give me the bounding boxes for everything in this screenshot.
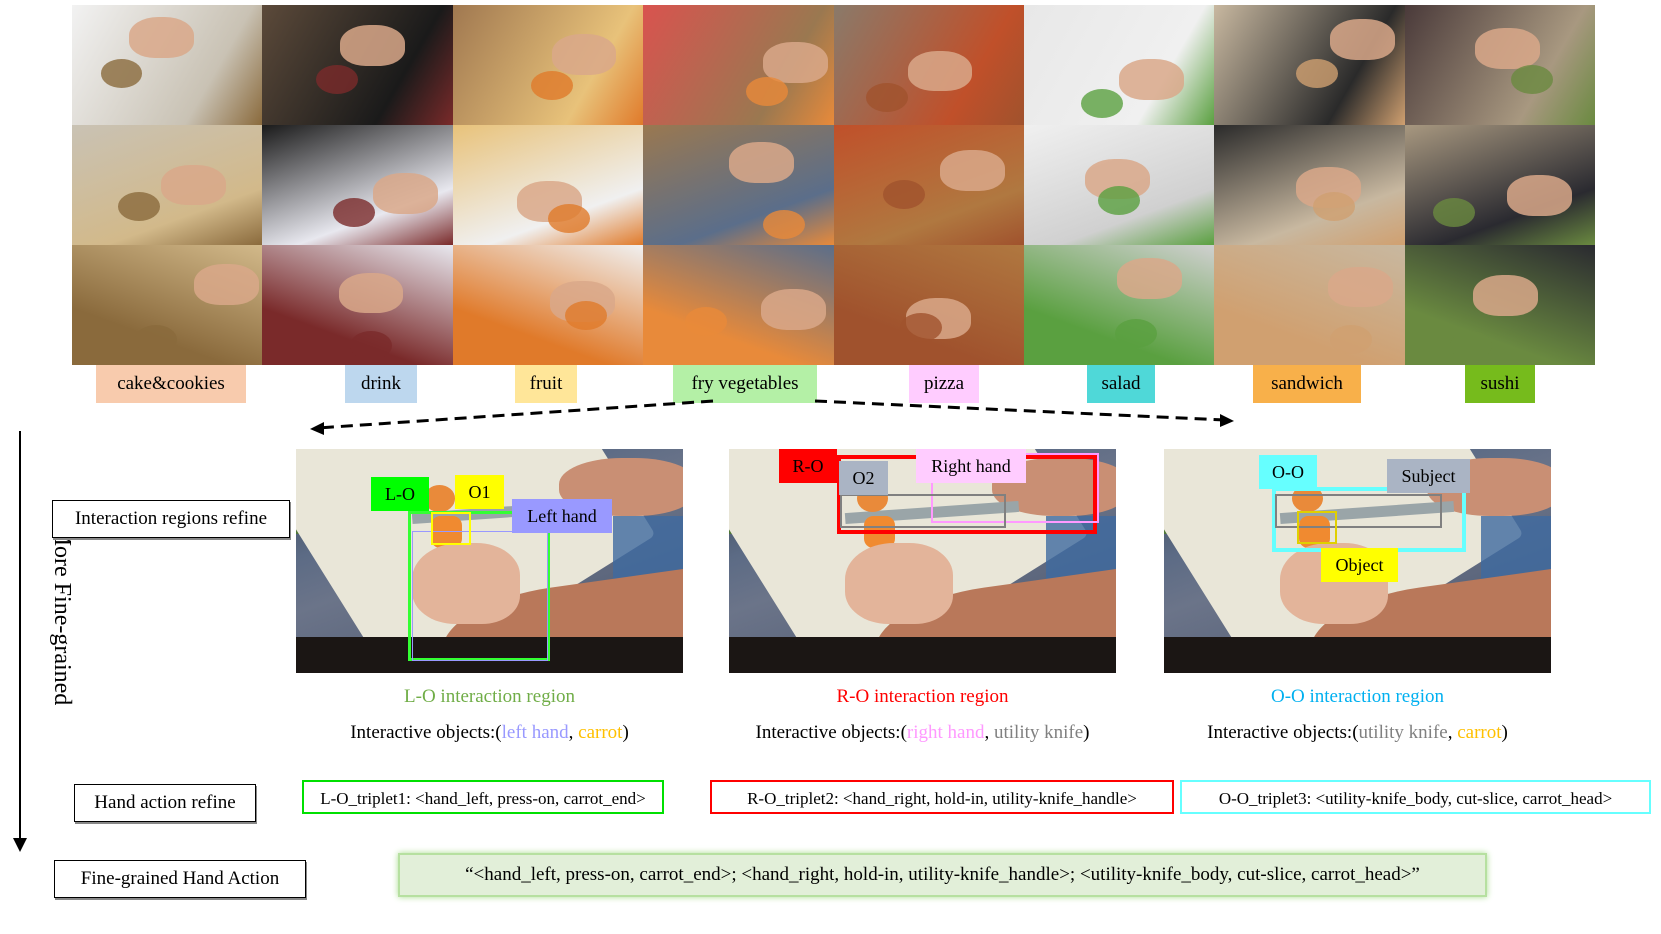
video-frame-pizza-3 [833, 245, 1024, 365]
triplet-lo: L-O_triplet1: <hand_left, press-on, carr… [302, 780, 664, 814]
ro-interactive-objects: Interactive objects:(right hand, utility… [729, 722, 1116, 744]
video-frame-fry-vegetables-1 [643, 5, 834, 125]
video-frame-fry-vegetables-2 [643, 125, 834, 245]
video-frame-salad-3 [1023, 245, 1215, 365]
video-frame-salad-1 [1023, 5, 1215, 125]
interactive-object: carrot [1457, 722, 1502, 743]
o1-box [431, 512, 471, 545]
objects-prefix: Interactive objects:( [755, 722, 907, 743]
stage-hand-action-refine: Hand action refine [74, 784, 256, 822]
video-frame-sandwich-1 [1214, 5, 1405, 125]
interactive-object: utility knife [1358, 722, 1448, 743]
video-frame-salad-2 [1023, 125, 1215, 245]
ro-caption: R-O interaction region [836, 686, 1009, 707]
stage-fine-grained-hand-action: Fine-grained Hand Action [54, 860, 306, 898]
video-frame-sushi-2 [1404, 125, 1595, 245]
left-hand-box [412, 531, 548, 661]
interactive-object: , [1447, 722, 1458, 743]
video-frame-sushi-1 [1404, 5, 1595, 125]
panel-ro-interaction: R-O O2 Right hand [729, 449, 1116, 673]
object-tag: Object [1321, 548, 1398, 582]
triplet-ro: R-O_triplet2: <hand_right, hold-in, util… [710, 780, 1174, 814]
right-hand-tag: Right hand [916, 449, 1026, 483]
panel-oo-interaction: O-O Subject Object [1164, 449, 1551, 673]
stage-interaction-regions-refine: Interaction regions refine [52, 500, 290, 538]
dashed-arrow-right [814, 399, 1226, 422]
o1-tag: O1 [455, 475, 504, 509]
video-frame-sushi-3 [1404, 245, 1595, 365]
interactive-object: , [984, 722, 994, 743]
oo-tag: O-O [1259, 455, 1317, 489]
fine-grained-axis-line [19, 431, 21, 843]
interactive-object: right hand [906, 722, 985, 743]
video-frame-sandwich-2 [1214, 125, 1405, 245]
interactive-object: , [568, 722, 579, 743]
lo-caption: L-O interaction region [404, 686, 575, 707]
objects-prefix: Interactive objects:( [350, 722, 502, 743]
fine-grained-action-output: “<hand_left, press-on, carrot_end>; <han… [398, 853, 1487, 897]
video-frame-cake-cookies-1 [72, 5, 263, 125]
video-frame-drink-3 [262, 245, 453, 365]
lo-tag: L-O [371, 477, 429, 511]
video-frame-fry-vegetables-3 [643, 245, 834, 365]
video-frame-cake-cookies-2 [72, 125, 263, 245]
o2-box [840, 494, 1006, 528]
expansion-arrows [310, 399, 1234, 435]
interactive-object: left hand [501, 722, 569, 743]
dashed-arrow-left [317, 399, 714, 430]
video-frame-pizza-2 [833, 125, 1024, 245]
objects-suffix: ) [1083, 722, 1090, 743]
ro-tag: R-O [779, 449, 837, 483]
video-frame-grid [72, 5, 1595, 365]
video-frame-sandwich-3 [1214, 245, 1405, 365]
objects-prefix: Interactive objects:( [1207, 722, 1359, 743]
objects-suffix: ) [622, 722, 629, 743]
video-frame-fruit-3 [452, 245, 644, 365]
left-hand-tag: Left hand [512, 499, 612, 533]
axis-arrowhead-icon [13, 838, 27, 852]
oo-interactive-objects: Interactive objects:(utility knife, carr… [1164, 722, 1551, 744]
interactive-object: utility knife [993, 722, 1084, 743]
axis-label: More Fine-grained [49, 524, 75, 706]
video-frame-cake-cookies-3 [72, 245, 263, 365]
objects-suffix: ) [1501, 722, 1508, 743]
arrowhead-right [1220, 414, 1234, 427]
panel-lo-interaction: L-O O1 Left hand [296, 449, 683, 673]
video-frame-fruit-1 [452, 5, 644, 125]
lo-interactive-objects: Interactive objects:(left hand, carrot) [296, 722, 683, 744]
oo-caption: O-O interaction region [1270, 686, 1445, 707]
video-frame-pizza-1 [833, 5, 1024, 125]
video-frame-drink-2 [262, 125, 453, 245]
video-frame-drink-1 [262, 5, 453, 125]
subject-tag: Subject [1387, 459, 1470, 493]
video-frame-fruit-2 [452, 125, 644, 245]
interactive-object: carrot [578, 722, 623, 743]
arrowhead-left [310, 422, 324, 435]
triplet-oo: O-O_triplet3: <utility-knife_body, cut-s… [1180, 780, 1651, 814]
o2-tag: O2 [839, 461, 888, 495]
object-box [1297, 511, 1337, 544]
